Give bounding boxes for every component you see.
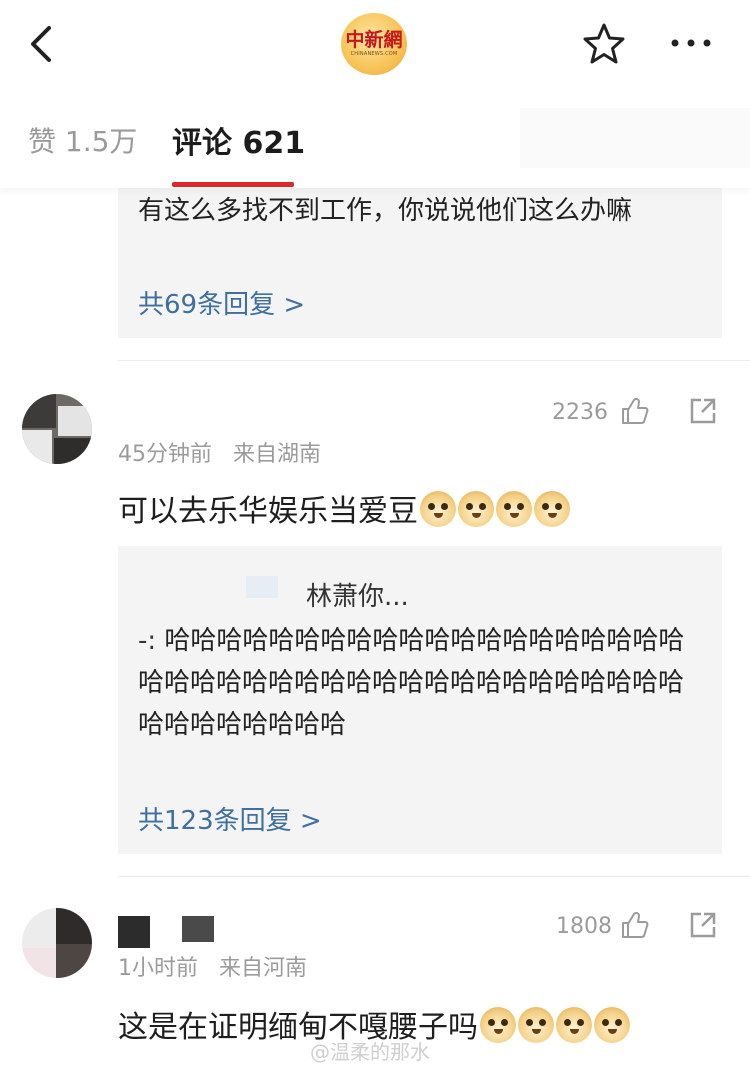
comment-meta: 1小时前 来自河南	[118, 950, 307, 982]
doge-emoji	[496, 491, 532, 527]
tab-bar-fade	[520, 108, 750, 168]
watermark: @温柔的那水	[310, 1040, 430, 1064]
doge-emoji	[480, 1007, 516, 1043]
view-replies-link[interactable]: 共69条回复 >	[138, 284, 305, 321]
reply-author[interactable]: 林萧你...	[306, 576, 409, 613]
reply-text: 有这么多找不到工作，你说说他们这么办嘛	[138, 196, 633, 226]
avatar[interactable]	[22, 908, 92, 978]
reply-avatar-redacted	[246, 576, 278, 598]
like-count: 1808	[556, 914, 612, 939]
doge-emoji	[518, 1007, 554, 1043]
comment-time: 45分钟前	[118, 442, 212, 467]
doge-emoji	[458, 491, 494, 527]
doge-emoji	[594, 1007, 630, 1043]
tab-comments[interactable]: 评论 621	[172, 118, 305, 162]
avatar[interactable]	[22, 394, 92, 464]
doge-emoji	[420, 491, 456, 527]
chinanews-logo: 中新網 CHINANEWS.COM	[341, 13, 407, 75]
divider	[118, 360, 750, 361]
comment-meta: 45分钟前 来自湖南	[118, 436, 321, 468]
reply-preview[interactable]: 林萧你... -: 哈哈哈哈哈哈哈哈哈哈哈哈哈哈哈哈哈哈哈哈哈哈哈哈哈哈哈哈哈哈…	[118, 546, 722, 854]
top-bar: 中新網 CHINANEWS.COM	[0, 0, 750, 88]
back-icon[interactable]	[22, 22, 62, 66]
more-icon[interactable]	[668, 30, 714, 56]
username-redacted	[118, 404, 228, 424]
thumb-up-icon[interactable]	[620, 910, 650, 940]
username-redacted	[182, 916, 214, 942]
star-icon[interactable]	[581, 22, 627, 66]
username-redacted	[118, 916, 150, 948]
reply-text: -: 哈哈哈哈哈哈哈哈哈哈哈哈哈哈哈哈哈哈哈哈哈哈哈哈哈哈哈哈哈哈哈哈哈哈哈哈哈…	[138, 626, 685, 740]
reply-preview[interactable]: 有这么多找不到工作，你说说他们这么办嘛 共69条回复 >	[118, 178, 722, 338]
share-icon[interactable]	[688, 396, 718, 426]
divider	[118, 876, 750, 877]
doge-emoji	[556, 1007, 592, 1043]
like-count: 2236	[552, 400, 608, 425]
share-icon[interactable]	[688, 910, 718, 940]
tab-active-indicator	[172, 182, 294, 187]
view-replies-link[interactable]: 共123条回复 >	[138, 800, 322, 837]
tab-likes[interactable]: 赞 1.5万	[28, 120, 137, 160]
comment-text: 可以去乐华娱乐当爱豆	[118, 486, 570, 530]
comment-location: 来自湖南	[232, 442, 321, 467]
tab-bar: 赞 1.5万 评论 621	[0, 88, 750, 188]
thumb-up-icon[interactable]	[620, 396, 650, 426]
doge-emoji	[534, 491, 570, 527]
comment-time: 1小时前	[118, 956, 198, 981]
comment-location: 来自河南	[218, 956, 307, 981]
